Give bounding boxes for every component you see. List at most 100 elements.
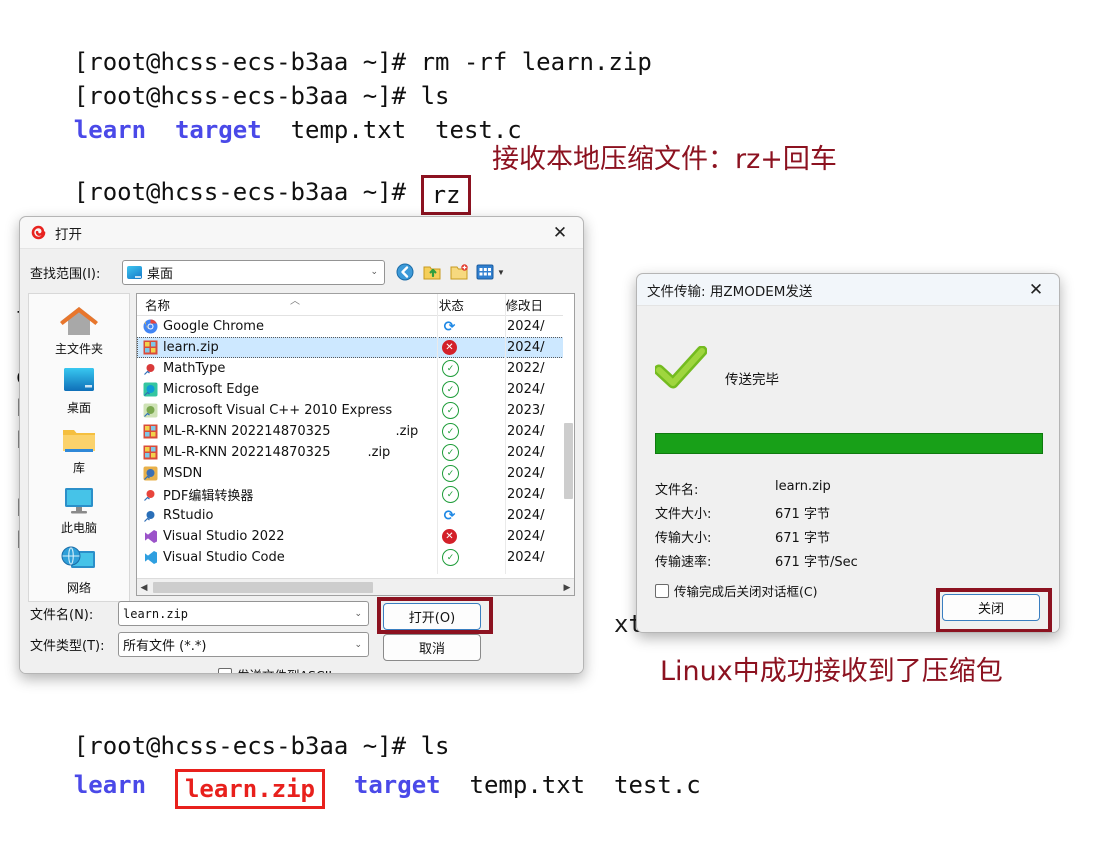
filetype-select[interactable]: 所有文件 (*.*) ⌄ bbox=[118, 632, 369, 657]
file-list-row[interactable]: Visual Studio Code ✓ 2024/ bbox=[137, 547, 574, 568]
file-name-cell: MathType bbox=[137, 361, 430, 376]
file-list-row[interactable]: Microsoft Edge ✓ 2024/ bbox=[137, 379, 574, 400]
place-label: 库 bbox=[72, 460, 85, 475]
row-value-filesize: 671 字节 bbox=[775, 507, 830, 522]
file-name-cell: ML-R-KNN 202214870325 .zip bbox=[137, 424, 430, 439]
auto-close-checkbox-row[interactable]: 传输完成后关闭对话框(C) bbox=[655, 581, 817, 600]
status-ok-icon: ✓ bbox=[441, 549, 459, 566]
back-icon[interactable] bbox=[395, 262, 415, 282]
file-status-cell: ⟳ bbox=[430, 319, 507, 335]
file-list-row[interactable]: Microsoft Visual C++ 2010 Express ✓ 2023/ bbox=[137, 400, 574, 421]
row-value-filename: learn.zip bbox=[775, 479, 831, 494]
file-name-text: ML-R-KNN 202214870325 bbox=[163, 424, 331, 439]
place-label: 桌面 bbox=[66, 400, 91, 415]
row-key-filesize: 文件大小: bbox=[655, 507, 712, 522]
ascii-checkbox[interactable] bbox=[218, 667, 232, 673]
file-list-row[interactable]: ML-R-KNN 202214870325 .zip ✓ 2024/ bbox=[137, 442, 574, 463]
chevron-down-icon[interactable]: ⌄ bbox=[354, 640, 366, 650]
scrollbar-thumb[interactable] bbox=[153, 582, 373, 593]
status-ok-icon: ✓ bbox=[441, 423, 459, 440]
file-name-cell: learn.zip bbox=[137, 340, 430, 355]
status-sync-icon: ⟳ bbox=[443, 507, 456, 524]
scroll-right-icon[interactable]: ▶ bbox=[560, 582, 574, 593]
file-name-cell: RStudio bbox=[137, 508, 430, 523]
file-name-text: MathType bbox=[163, 361, 226, 376]
terminal-command: rm -rf learn.zip bbox=[420, 48, 652, 76]
place-item-home[interactable]: 主文件夹 bbox=[31, 300, 127, 360]
file-list-horizontal-scrollbar[interactable]: ◀ ▶ bbox=[137, 578, 574, 595]
place-item-this-pc[interactable]: 此电脑 bbox=[31, 480, 127, 540]
lookin-row: 查找范围(I): 桌面 ⌄ ▼ bbox=[20, 257, 583, 287]
file-status-cell: ✓ bbox=[430, 381, 507, 398]
status-ok-icon: ✓ bbox=[441, 360, 459, 377]
ls-entry-target: target bbox=[353, 771, 441, 799]
scroll-left-icon[interactable]: ◀ bbox=[137, 582, 151, 593]
zmodem-title: 文件传输: 用ZMODEM发送 bbox=[647, 283, 813, 300]
file-name-cell: ML-R-KNN 202214870325 .zip bbox=[137, 445, 430, 460]
file-list-row[interactable]: ML-R-KNN 202214870325 .zip ✓ 2024/ bbox=[137, 421, 574, 442]
places-sidebar[interactable]: 主文件夹 桌面 库 此电脑 网络 bbox=[28, 293, 130, 602]
file-name-text: Visual Studio Code bbox=[163, 550, 285, 565]
view-mode-icon[interactable]: ▼ bbox=[476, 262, 506, 282]
file-list-row[interactable]: MathType ✓ 2022/ bbox=[137, 358, 574, 379]
open-file-dialog[interactable]: 打开 ✕ 查找范围(I): 桌面 ⌄ ▼ 主文件夹 桌面 库 此电脑 网络 名称… bbox=[19, 216, 584, 674]
place-label: 网络 bbox=[66, 580, 91, 595]
scrollbar-track[interactable] bbox=[151, 580, 560, 594]
file-status-cell: ✕ bbox=[430, 340, 507, 355]
file-list-row[interactable]: Visual Studio 2022 ✕ 2024/ bbox=[137, 526, 574, 547]
file-list-row[interactable]: learn.zip ✕ 2024/ bbox=[137, 337, 574, 358]
cancel-button[interactable]: 取消 bbox=[383, 634, 481, 661]
file-list-vertical-scrollbar[interactable] bbox=[563, 315, 574, 577]
file-status-cell: ✓ bbox=[430, 444, 507, 461]
ls-entry-test-c: test.c bbox=[614, 771, 701, 799]
file-name-text: Microsoft Edge bbox=[163, 382, 260, 397]
lookin-combo[interactable]: 桌面 ⌄ bbox=[122, 259, 385, 285]
mathtype-icon bbox=[143, 361, 158, 376]
scrollbar-thumb[interactable] bbox=[564, 423, 573, 499]
file-name-cell: Microsoft Visual C++ 2010 Express bbox=[137, 403, 430, 418]
column-header-name[interactable]: 名称 bbox=[137, 295, 439, 314]
terminal-prompt: [root@hcss-ecs-b3aa ~]# bbox=[73, 178, 421, 206]
ascii-checkbox-row[interactable]: 发送文件到ASCII bbox=[218, 665, 332, 673]
open-button[interactable]: 打开(O) bbox=[383, 603, 481, 630]
chrome-icon bbox=[143, 319, 158, 334]
msdn-icon bbox=[143, 466, 158, 481]
file-list-row[interactable]: RStudio ⟳ 2024/ bbox=[137, 505, 574, 526]
status-ok-icon: ✓ bbox=[441, 381, 459, 398]
place-label: 此电脑 bbox=[60, 520, 97, 535]
library-folder-icon bbox=[63, 429, 95, 452]
file-status-cell: ⟳ bbox=[430, 507, 507, 524]
file-name-cell: Google Chrome bbox=[137, 319, 430, 334]
auto-close-checkbox[interactable] bbox=[655, 583, 669, 598]
close-icon[interactable]: ✕ bbox=[543, 219, 577, 247]
file-status-cell: ✕ bbox=[430, 529, 507, 544]
status-ok-icon: ✓ bbox=[441, 402, 459, 419]
file-list-row[interactable]: MSDN ✓ 2024/ bbox=[137, 463, 574, 484]
open-dialog-title: 打开 bbox=[55, 226, 82, 243]
filename-row: 文件名(N): learn.zip ⌄ bbox=[20, 601, 369, 626]
open-dialog-titlebar: 打开 ✕ bbox=[20, 217, 583, 249]
file-name-cell: Visual Studio Code bbox=[137, 550, 430, 565]
chevron-down-icon[interactable]: ⌄ bbox=[354, 609, 366, 619]
file-list-row[interactable]: PDF编辑转换器 ✓ 2024/ bbox=[137, 484, 574, 505]
file-list[interactable]: 名称 状态 修改日 ︿ Google Chrome ⟳ 2024/learn.zip… bbox=[136, 293, 575, 596]
file-status-cell: ✓ bbox=[430, 360, 507, 377]
place-item-desktop[interactable]: 桌面 bbox=[31, 360, 127, 420]
close-icon[interactable]: ✕ bbox=[1019, 276, 1053, 304]
column-header-state[interactable]: 状态 bbox=[439, 295, 506, 314]
annotation-top: 接收本地压缩文件：rz+回车 bbox=[492, 144, 837, 175]
column-header-date[interactable]: 修改日 bbox=[505, 295, 574, 314]
status-ok-icon: ✓ bbox=[441, 444, 459, 461]
zmodem-titlebar: 文件传输: 用ZMODEM发送 ✕ bbox=[637, 274, 1059, 306]
lookin-label: 查找范围(I): bbox=[30, 266, 101, 282]
zmodem-close-button[interactable]: 关闭 bbox=[942, 594, 1040, 621]
zmodem-transfer-dialog[interactable]: 文件传输: 用ZMODEM发送 ✕ 传送完毕 文件名: learn.zip 文件… bbox=[636, 273, 1060, 633]
file-list-row[interactable]: Google Chrome ⟳ 2024/ bbox=[137, 316, 574, 337]
filename-input[interactable]: learn.zip ⌄ bbox=[118, 601, 369, 626]
up-folder-icon[interactable] bbox=[422, 262, 442, 282]
new-folder-icon[interactable] bbox=[449, 262, 469, 282]
place-item-network[interactable]: 网络 bbox=[31, 540, 127, 600]
chevron-down-icon[interactable]: ⌄ bbox=[370, 267, 382, 277]
ls-entry-temp-txt: temp.txt bbox=[469, 771, 586, 799]
place-item-library[interactable]: 库 bbox=[31, 420, 127, 480]
